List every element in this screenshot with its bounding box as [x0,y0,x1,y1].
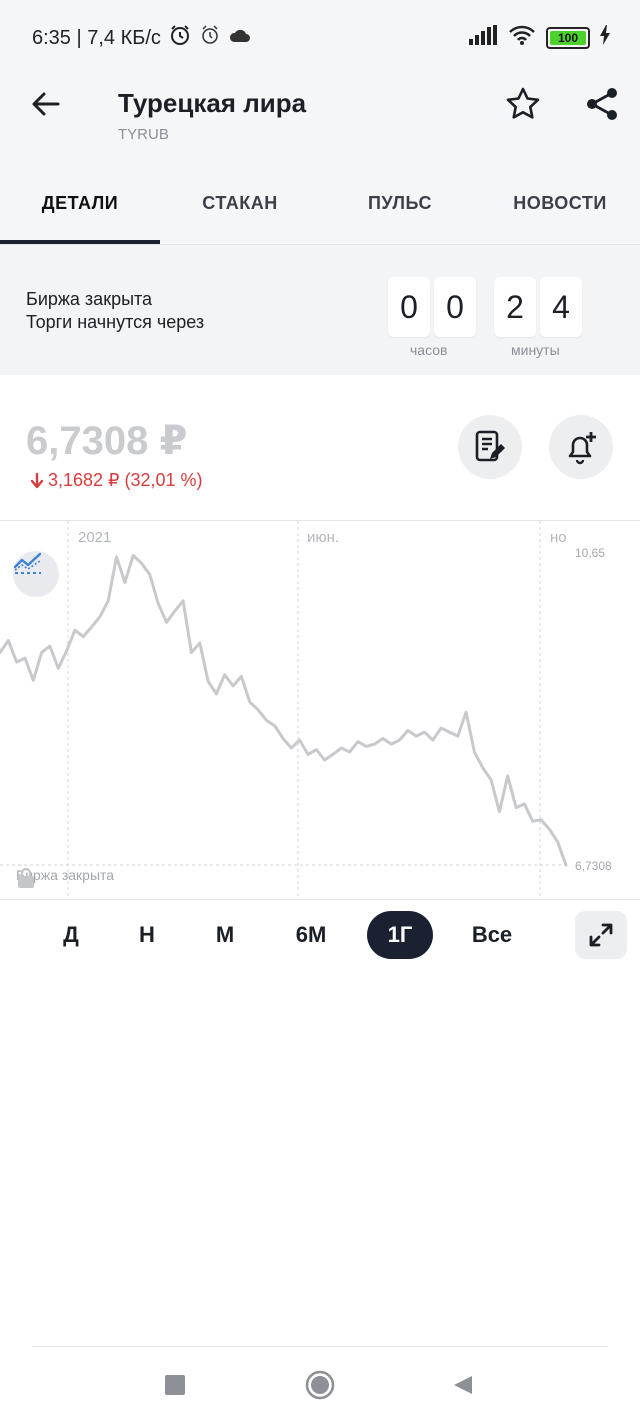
triangle-back-icon [454,1376,472,1394]
tab-bar: ДЕТАЛИ СТАКАН ПУЛЬС НОВОСТИ [0,162,640,245]
share-button[interactable] [582,84,622,124]
period-selector: Д Н М 6М 1Г Все [0,905,640,967]
fullscreen-button[interactable] [575,911,627,959]
line-chart-icon [13,552,42,574]
market-status-panel: Биржа закрыта Торги начнутся через 0 0 2… [0,245,640,375]
app-header: Турецкая лира TYRUB [0,72,640,162]
expand-icon [589,923,613,947]
countdown-minutes-digit-1: 2 [494,277,536,337]
system-back-button[interactable] [448,1370,478,1400]
battery-icon: 100 [546,26,590,49]
alarm-clock-icon [199,24,221,52]
y-last-label: 6,7308 [575,859,612,873]
current-price: 6,7308 ₽ [26,419,188,463]
cloud-icon [229,27,251,50]
price-chart[interactable]: 2021 июн. но 10,65 6,7308 Биржа закрыта [0,520,640,900]
period-month[interactable]: М [200,911,250,959]
x-tick-label: но [550,529,567,546]
x-tick-label: 2021 [78,529,112,546]
hours-label: часов [410,342,448,358]
note-edit-icon [475,430,505,462]
tab-order-book[interactable]: СТАКАН [160,162,320,244]
ticker-symbol: TYRUB [118,126,169,143]
status-bar: 6:35 | 7,4 КБ/с 100 [0,0,640,72]
period-1-year[interactable]: 1Г [367,911,433,959]
favorite-button[interactable] [503,84,543,124]
tab-pulse[interactable]: ПУЛЬС [320,162,480,244]
arrow-down-icon [30,472,44,488]
period-all[interactable]: Все [462,911,522,959]
square-icon [165,1375,185,1395]
period-day[interactable]: Д [46,911,96,959]
period-6-months[interactable]: 6М [281,911,341,959]
page-title: Турецкая лира [118,88,307,118]
back-button[interactable] [28,86,64,122]
status-time-speed: 6:35 | 7,4 КБ/с [32,26,161,49]
star-icon [506,87,540,119]
price-chart-svg [0,521,570,899]
add-alert-button[interactable] [549,415,613,479]
battery-level: 100 [557,30,579,45]
period-week[interactable]: Н [122,911,172,959]
alarm-icon [169,24,191,52]
active-tab-indicator [0,240,160,244]
wifi-icon [508,24,536,51]
share-icon [587,88,617,120]
home-circle-icon [305,1370,335,1400]
tab-details[interactable]: ДЕТАЛИ [0,162,160,244]
home-button[interactable] [305,1370,335,1400]
price-series-line [0,553,568,867]
nav-divider [32,1346,608,1347]
trading-starts-text: Торги начнутся через [26,312,205,332]
tab-news[interactable]: НОВОСТИ [480,162,640,244]
y-max-label: 10,65 [575,546,606,560]
charging-icon [600,25,610,50]
bell-plus-icon [568,432,596,465]
minutes-label: минуты [511,342,560,358]
add-note-button[interactable] [458,415,522,479]
chart-type-button[interactable] [13,551,59,597]
market-closed-text: Биржа закрыта [26,289,153,309]
x-tick-label: июн. [307,529,340,546]
recent-apps-button[interactable] [160,1370,190,1400]
lock-icon [18,867,34,888]
price-change: 3,1682 ₽ (32,01 %) [30,470,203,491]
chart-market-closed-note: Биржа закрыта [16,867,114,888]
arrow-left-icon [32,92,60,116]
countdown-minutes-digit-2: 4 [540,277,582,337]
countdown-hours-digit-1: 0 [388,277,430,337]
countdown-hours-digit-2: 0 [434,277,476,337]
signal-icon [468,25,498,50]
price-change-value: 3,1682 ₽ (32,01 %) [48,470,203,490]
